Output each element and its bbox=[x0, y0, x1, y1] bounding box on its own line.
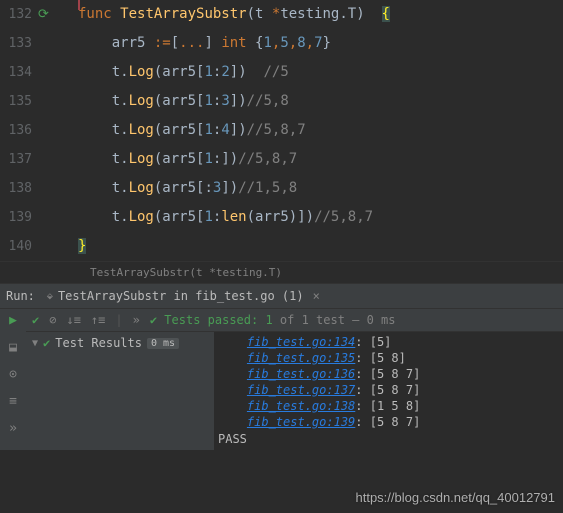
output-line: fib_test.go:134: [5] bbox=[214, 334, 563, 350]
file-link[interactable]: fib_test.go:139 bbox=[247, 415, 355, 429]
line-number[interactable]: 133 bbox=[0, 29, 38, 58]
run-content: ✔ ⊘ ↓≡ ↑≡ | » ✔ Tests passed: 1 of 1 tes… bbox=[26, 309, 563, 450]
watermark: https://blog.csdn.net/qq_40012791 bbox=[356, 490, 556, 505]
close-icon[interactable]: × bbox=[313, 289, 320, 303]
results-row: ▼ ✔ Test Results 0 ms fib_test.go:134: [… bbox=[26, 332, 563, 450]
output-line: fib_test.go:138: [1 5 8] bbox=[214, 398, 563, 414]
run-panel: Run: ⬙ TestArraySubstr in fib_test.go (1… bbox=[0, 283, 563, 450]
code-line[interactable]: 135 t.Log(arr5[1:3])//5,8 bbox=[0, 87, 563, 116]
chevron-down-icon[interactable]: ▼ bbox=[32, 338, 38, 349]
breadcrumb[interactable]: TestArraySubstr(t *testing.T) bbox=[0, 261, 563, 283]
pass-label: PASS bbox=[214, 430, 563, 448]
file-link[interactable]: fib_test.go:136 bbox=[247, 367, 355, 381]
code-content[interactable]: func TestArraySubstr(t *testing.T) { bbox=[78, 0, 563, 29]
more-icon[interactable]: ≡ bbox=[9, 394, 17, 409]
code-content[interactable]: } bbox=[78, 232, 563, 261]
line-number[interactable]: 136 bbox=[0, 116, 38, 145]
collapse-icon[interactable]: ↑≡ bbox=[91, 313, 105, 327]
code-line[interactable]: 133 arr5 :=[...] int {1,5,8,7} bbox=[0, 29, 563, 58]
tree-time-badge: 0 ms bbox=[147, 338, 179, 349]
output-line: fib_test.go:136: [5 8 7] bbox=[214, 366, 563, 382]
test-toolbar: ✔ ⊘ ↓≡ ↑≡ | » ✔ Tests passed: 1 of 1 tes… bbox=[26, 309, 563, 332]
file-link[interactable]: fib_test.go:138 bbox=[247, 399, 355, 413]
line-number[interactable]: 134 bbox=[0, 58, 38, 87]
show-ignored-icon[interactable]: ⊘ bbox=[49, 313, 56, 327]
run-toolbar-vertical: ▶ ⬓ ⊙ ≡ » bbox=[0, 309, 26, 450]
code-line[interactable]: 140} bbox=[0, 232, 563, 261]
line-number[interactable]: 138 bbox=[0, 174, 38, 203]
code-line[interactable]: 139 t.Log(arr5[1:len(arr5)])//5,8,7 bbox=[0, 203, 563, 232]
line-number[interactable]: 140 bbox=[0, 232, 38, 261]
code-content[interactable]: arr5 :=[...] int {1,5,8,7} bbox=[78, 29, 563, 58]
code-line[interactable]: 137 t.Log(arr5[1:])//5,8,7 bbox=[0, 145, 563, 174]
line-number[interactable]: 135 bbox=[0, 87, 38, 116]
expand-toolbar-icon[interactable]: » bbox=[133, 313, 140, 327]
rerun-icon[interactable]: ▶ bbox=[9, 313, 17, 328]
expand-icon[interactable]: » bbox=[9, 421, 17, 436]
code-editor[interactable]: 132⟳ func TestArraySubstr(t *testing.T) {… bbox=[0, 0, 563, 261]
run-header: Run: ⬙ TestArraySubstr in fib_test.go (1… bbox=[0, 284, 563, 309]
code-content[interactable]: t.Log(arr5[1:3])//5,8 bbox=[78, 87, 563, 116]
run-test-icon[interactable]: ⟳ bbox=[38, 0, 49, 29]
test-config-icon: ⬙ bbox=[47, 291, 53, 302]
output-line: fib_test.go:139: [5 8 7] bbox=[214, 414, 563, 430]
modified-indicator bbox=[78, 0, 80, 10]
check-icon: ✔ bbox=[43, 336, 50, 350]
sort-icon[interactable]: ↓≡ bbox=[66, 313, 80, 327]
code-content[interactable]: t.Log(arr5[1:])//5,8,7 bbox=[78, 145, 563, 174]
output-line: fib_test.go:135: [5 8] bbox=[214, 350, 563, 366]
code-content[interactable]: t.Log(arr5[1:2]) //5 bbox=[78, 58, 563, 87]
pin-icon[interactable]: ⊙ bbox=[9, 367, 17, 382]
line-number[interactable]: 137 bbox=[0, 145, 38, 174]
line-number[interactable]: 139 bbox=[0, 203, 38, 232]
code-line[interactable]: 138 t.Log(arr5[:3])//1,5,8 bbox=[0, 174, 563, 203]
code-content[interactable]: t.Log(arr5[1:4])//5,8,7 bbox=[78, 116, 563, 145]
code-content[interactable]: t.Log(arr5[:3])//1,5,8 bbox=[78, 174, 563, 203]
line-number[interactable]: 132 bbox=[0, 0, 38, 29]
code-line[interactable]: 136 t.Log(arr5[1:4])//5,8,7 bbox=[0, 116, 563, 145]
separator: | bbox=[115, 313, 122, 327]
file-link[interactable]: fib_test.go:134 bbox=[247, 335, 355, 349]
test-tree-root[interactable]: ▼ ✔ Test Results 0 ms bbox=[32, 336, 208, 350]
file-link[interactable]: fib_test.go:137 bbox=[247, 383, 355, 397]
code-content[interactable]: t.Log(arr5[1:len(arr5)])//5,8,7 bbox=[78, 203, 563, 232]
run-body: ▶ ⬓ ⊙ ≡ » ✔ ⊘ ↓≡ ↑≡ | » ✔ Tests passed: … bbox=[0, 309, 563, 450]
test-output[interactable]: fib_test.go:134: [5] fib_test.go:135: [5… bbox=[214, 332, 563, 450]
code-line[interactable]: 134 t.Log(arr5[1:2]) //5 bbox=[0, 58, 563, 87]
tests-passed-label: ✔ Tests passed: 1 of 1 test – 0 ms bbox=[150, 313, 396, 327]
show-passed-icon[interactable]: ✔ bbox=[32, 313, 39, 327]
run-tab[interactable]: ⬙ TestArraySubstr in fib_test.go (1) × bbox=[41, 287, 326, 305]
code-line[interactable]: 132⟳ func TestArraySubstr(t *testing.T) { bbox=[0, 0, 563, 29]
run-tab-label: TestArraySubstr in fib_test.go (1) bbox=[58, 289, 304, 303]
output-line: fib_test.go:137: [5 8 7] bbox=[214, 382, 563, 398]
file-link[interactable]: fib_test.go:135 bbox=[247, 351, 355, 365]
test-tree[interactable]: ▼ ✔ Test Results 0 ms bbox=[26, 332, 214, 450]
stop-icon[interactable]: ⬓ bbox=[9, 340, 17, 355]
gutter: ⟳ bbox=[38, 0, 78, 29]
run-label: Run: bbox=[6, 289, 35, 303]
tree-label: Test Results bbox=[55, 336, 142, 350]
